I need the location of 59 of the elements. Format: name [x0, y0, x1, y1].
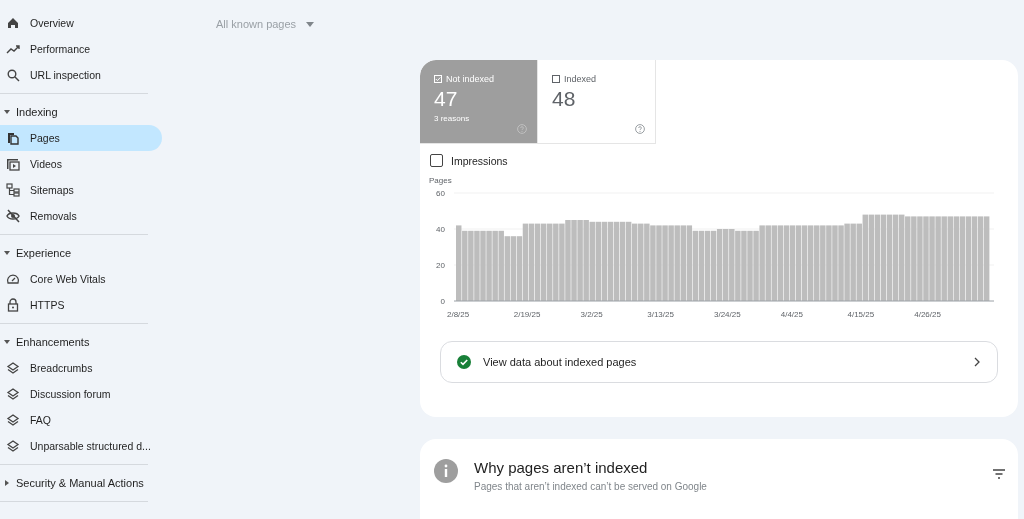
section-toggle[interactable]: Experience	[0, 240, 160, 266]
trend-line-icon	[6, 42, 20, 56]
axis-label: 3/13/25	[647, 310, 674, 319]
view-data-link[interactable]: View data about indexed pages	[440, 341, 998, 383]
axis-label: 0	[440, 297, 445, 306]
eye-off-icon	[6, 209, 20, 223]
section-toggle[interactable]: Enhancements	[0, 329, 160, 355]
axis-title: Pages	[429, 176, 452, 185]
sidebar-item[interactable]: Overview	[0, 10, 162, 36]
sidebar-item[interactable]: FAQ	[0, 407, 162, 433]
axis-label: 3/2/25	[580, 310, 603, 319]
axis-label: 4/4/25	[780, 310, 803, 319]
sidebar-item[interactable]: URL inspection	[0, 62, 162, 88]
section-subtitle: Pages that aren’t indexed can’t be served on Google	[474, 481, 708, 492]
home-icon	[6, 16, 20, 30]
layers-icon	[6, 439, 20, 453]
checkbox[interactable]	[430, 154, 443, 167]
caret-right-icon	[3, 479, 11, 487]
sidebar-item[interactable]: Unparsable structured d...	[0, 433, 162, 459]
axis-label: 40	[436, 225, 445, 234]
sidebar-item[interactable]: Videos	[0, 151, 162, 177]
help-icon	[635, 124, 645, 134]
sidebar-item[interactable]: Breadcrumbs	[0, 355, 162, 381]
gauge-icon	[6, 272, 20, 286]
video-icon	[6, 157, 20, 171]
layers-icon	[6, 387, 20, 401]
info-icon	[434, 459, 458, 483]
sidebar-item[interactable]: Removals	[0, 203, 162, 229]
pages-icon	[6, 131, 20, 145]
axis-label: 60	[436, 189, 445, 198]
sidebar-item[interactable]: Performance	[0, 36, 162, 62]
caret-down-icon	[3, 249, 11, 257]
section-toggle[interactable]: Security & Manual Actions	[0, 470, 160, 496]
sidebar-item[interactable]: Pages	[0, 125, 162, 151]
filter-icon	[992, 469, 1006, 479]
help-icon	[517, 124, 527, 134]
lock-icon	[6, 298, 20, 312]
sidebar-item[interactable]: HTTPS	[0, 292, 162, 318]
axis-label: 4/26/25	[914, 310, 941, 319]
axis-label: 2/8/25	[447, 310, 470, 319]
chevron-right-icon	[973, 357, 981, 367]
sidebar-item[interactable]: Discussion forum	[0, 381, 162, 407]
search-icon	[6, 68, 20, 82]
checkbox-label: Impressions	[451, 154, 508, 167]
section-title: Why pages aren’t indexed	[474, 459, 649, 476]
sitemap-icon	[6, 183, 20, 197]
section-toggle[interactable]: Indexing	[0, 99, 160, 125]
caret-down-icon	[3, 338, 11, 346]
axis-label: 3/24/25	[714, 310, 741, 319]
caret-down-icon	[3, 108, 11, 116]
axis-label: 4/15/25	[847, 310, 875, 319]
sidebar-item[interactable]: Sitemaps	[0, 177, 162, 203]
layers-icon	[6, 413, 20, 427]
caret-down-icon	[306, 21, 315, 27]
sidebar-item[interactable]: Core Web Vitals	[0, 266, 162, 292]
status-tab[interactable]: Indexed 48	[538, 60, 656, 144]
axis-label: 20	[436, 261, 445, 270]
layers-icon	[6, 361, 20, 375]
axis-label: 2/19/25	[513, 310, 541, 319]
